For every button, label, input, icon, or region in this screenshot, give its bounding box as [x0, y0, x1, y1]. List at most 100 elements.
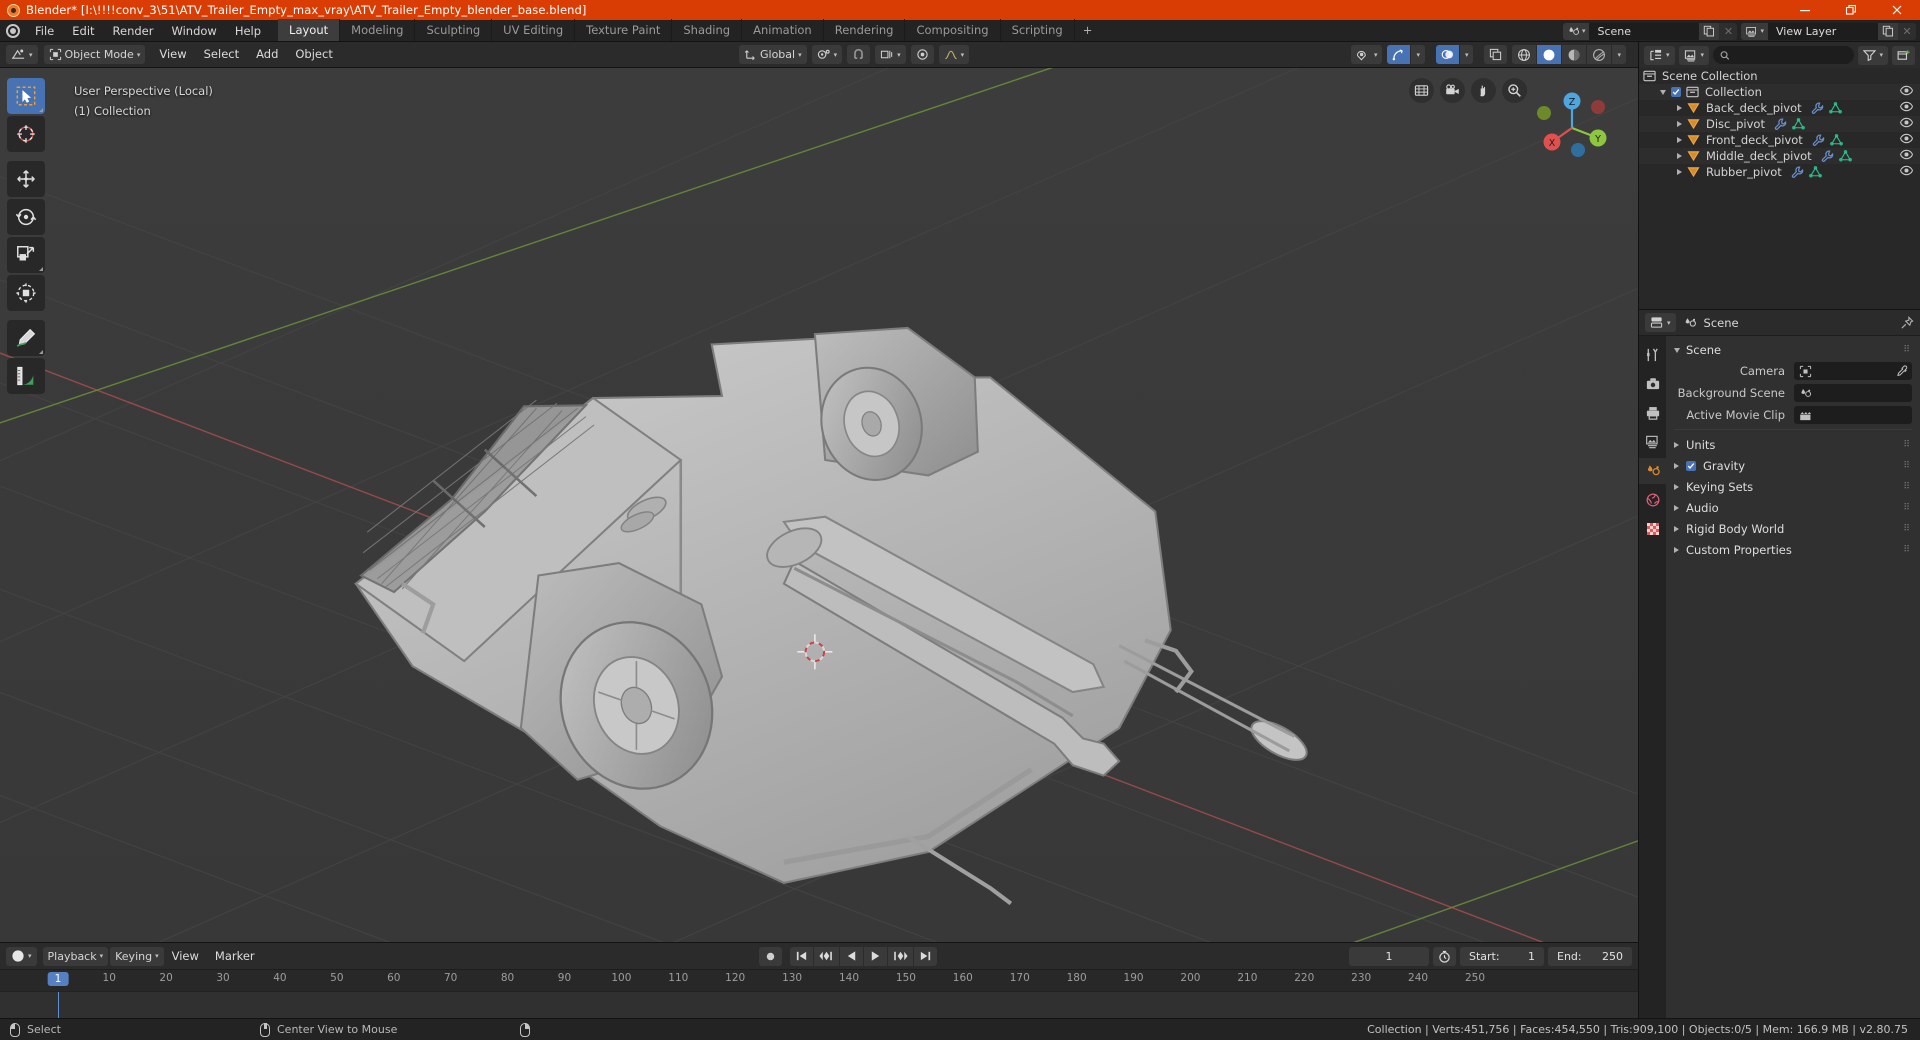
magnet-icon[interactable] — [847, 45, 871, 64]
outliner-display-mode-icon[interactable]: ▾ — [1644, 45, 1675, 65]
jump-to-end-icon[interactable] — [914, 946, 937, 966]
cursor-tool[interactable] — [7, 116, 45, 152]
transform-tool[interactable] — [7, 275, 45, 311]
disclosure-icon[interactable] — [1660, 89, 1666, 95]
pivot-point-icon[interactable]: ▾ — [811, 45, 843, 64]
menu-help[interactable]: Help — [226, 20, 270, 42]
timeline-editor-type[interactable]: ▾ — [6, 946, 37, 966]
shading-material-preview-icon[interactable] — [1562, 45, 1587, 64]
mesh-data-icon[interactable] — [1828, 101, 1842, 115]
interaction-mode-selector[interactable]: Object Mode ▾ — [43, 45, 146, 64]
tab-texture[interactable] — [1639, 516, 1666, 542]
filter-icon[interactable]: ▾ — [1858, 45, 1888, 65]
view-layer-selector[interactable]: ▾ View Layer ✕ — [1741, 22, 1916, 40]
view-layer-name[interactable]: View Layer — [1768, 22, 1878, 40]
panel-drag-dots[interactable]: ⠿ — [1903, 545, 1911, 555]
overlays-dropdown-icon[interactable]: ▾ — [1459, 45, 1474, 64]
snap-increment-icon[interactable]: ▾ — [875, 45, 906, 64]
disclosure-icon[interactable] — [1677, 121, 1682, 127]
camera-view-icon[interactable] — [1440, 78, 1465, 103]
gizmo-dropdown-icon[interactable]: ▾ — [1411, 45, 1425, 64]
toggle-perspective-icon[interactable] — [1409, 78, 1434, 103]
menu-file[interactable]: File — [26, 20, 63, 42]
eyedropper-icon[interactable] — [1895, 364, 1908, 378]
remove-scene-icon[interactable]: ✕ — [1719, 22, 1738, 40]
gravity-checkbox[interactable] — [1686, 460, 1696, 471]
visibility-eye-icon[interactable] — [1900, 101, 1913, 112]
tab-layout[interactable]: Layout — [278, 19, 341, 41]
tab-render[interactable] — [1639, 371, 1666, 397]
new-view-layer-icon[interactable] — [1878, 22, 1898, 40]
editor-type-icon[interactable]: ▾ — [6, 45, 38, 64]
modifier-icon[interactable] — [1812, 134, 1825, 147]
playhead-frame-label[interactable]: 1 — [47, 972, 69, 986]
viewport-menu-select[interactable]: Select — [196, 45, 247, 64]
tab-sculpting[interactable]: Sculpting — [415, 19, 493, 41]
custom-properties-disclosure-icon[interactable] — [1674, 546, 1679, 553]
tab-world[interactable] — [1639, 487, 1666, 513]
tab-animation[interactable]: Animation — [742, 19, 824, 41]
panel-drag-dots[interactable]: ⠿ — [1903, 345, 1911, 355]
gravity-disclosure-icon[interactable] — [1674, 462, 1679, 469]
panel-rigid-body-world[interactable]: Rigid Body World ⠿ — [1666, 518, 1920, 539]
outliner-tree[interactable]: Scene Collection Collection Back_deck_pivo… — [1639, 68, 1920, 309]
restore-icon[interactable] — [1828, 0, 1874, 20]
modifier-icon[interactable] — [1821, 150, 1834, 163]
timeline-track-area[interactable] — [0, 991, 1638, 1018]
visibility-eye-icon[interactable] — [1900, 165, 1913, 176]
gizmo-icon[interactable] — [1387, 45, 1411, 64]
timeline-ruler[interactable]: 1 10 20 30 40 50 60 70 80 90 100 110 120 130 140 150 160… — [0, 969, 1638, 991]
active-movie-clip-field[interactable] — [1794, 406, 1912, 424]
shading-wireframe-icon[interactable] — [1512, 45, 1537, 64]
panel-drag-dots[interactable]: ⠿ — [1903, 461, 1911, 471]
viewport-menu-add[interactable]: Add — [248, 45, 286, 64]
menu-edit[interactable]: Edit — [63, 20, 103, 42]
timeline-menu-keying[interactable]: Keying ▾ — [110, 946, 164, 966]
menu-render[interactable]: Render — [104, 20, 163, 42]
navigation-axis-gizmo[interactable]: Z Y X — [1528, 80, 1616, 168]
jump-to-next-keyframe-icon[interactable] — [888, 946, 913, 966]
outliner-id-type-icon[interactable]: ▾ — [1678, 45, 1710, 65]
outliner-row-collection[interactable]: Collection — [1639, 84, 1920, 100]
panel-units[interactable]: Units ⠿ — [1666, 434, 1920, 455]
tab-output[interactable] — [1639, 400, 1666, 426]
shading-rendered-icon[interactable] — [1587, 45, 1612, 64]
disclosure-icon[interactable] — [1677, 169, 1682, 175]
move-tool[interactable] — [7, 161, 45, 197]
tab-rendering[interactable]: Rendering — [824, 19, 906, 41]
overlays-icon[interactable] — [1435, 45, 1459, 64]
panel-audio[interactable]: Audio ⠿ — [1666, 497, 1920, 518]
tab-tool[interactable] — [1639, 342, 1666, 368]
disclosure-icon[interactable] — [1677, 105, 1682, 111]
panel-drag-dots[interactable]: ⠿ — [1903, 524, 1911, 534]
annotate-tool[interactable] — [7, 320, 45, 356]
add-workspace-button[interactable]: + — [1075, 19, 1101, 41]
play-reverse-icon[interactable] — [840, 946, 863, 966]
pin-icon[interactable] — [1900, 315, 1914, 330]
scene-panel-header[interactable]: Scene ⠿ — [1666, 339, 1920, 361]
tab-uv-editing[interactable]: UV Editing — [492, 19, 576, 41]
view-layer-browse-icon[interactable]: ▾ — [1741, 22, 1768, 40]
scene-panel-disclosure-icon[interactable] — [1674, 347, 1680, 353]
collection-checkbox[interactable] — [1671, 87, 1681, 97]
tab-scripting[interactable]: Scripting — [1001, 19, 1075, 41]
background-scene-field[interactable] — [1794, 384, 1912, 402]
visibility-eye-icon[interactable] — [1900, 149, 1913, 160]
rigid-body-world-disclosure-icon[interactable] — [1674, 525, 1679, 532]
tweak-select-box-tool[interactable] — [7, 78, 45, 114]
outliner-row-rubber-pivot[interactable]: Rubber_pivot — [1639, 164, 1920, 180]
zoom-view-icon[interactable] — [1502, 78, 1527, 103]
minimize-icon[interactable] — [1782, 0, 1828, 20]
viewport-menu-view[interactable]: View — [151, 45, 194, 64]
scene-browse-icon[interactable]: ▾ — [1562, 22, 1590, 40]
outliner-row-back-deck-pivot[interactable]: Back_deck_pivot — [1639, 100, 1920, 116]
menu-window[interactable]: Window — [162, 20, 225, 42]
disclosure-icon[interactable] — [1677, 137, 1682, 143]
end-frame-field[interactable]: End: 250 — [1548, 946, 1632, 966]
mesh-data-icon[interactable] — [1838, 149, 1852, 163]
shading-dropdown-icon[interactable]: ▾ — [1612, 45, 1626, 64]
panel-drag-dots[interactable]: ⠿ — [1903, 503, 1911, 513]
close-icon[interactable] — [1874, 0, 1920, 20]
modifier-icon[interactable] — [1791, 166, 1804, 179]
modifier-icon[interactable] — [1811, 102, 1824, 115]
